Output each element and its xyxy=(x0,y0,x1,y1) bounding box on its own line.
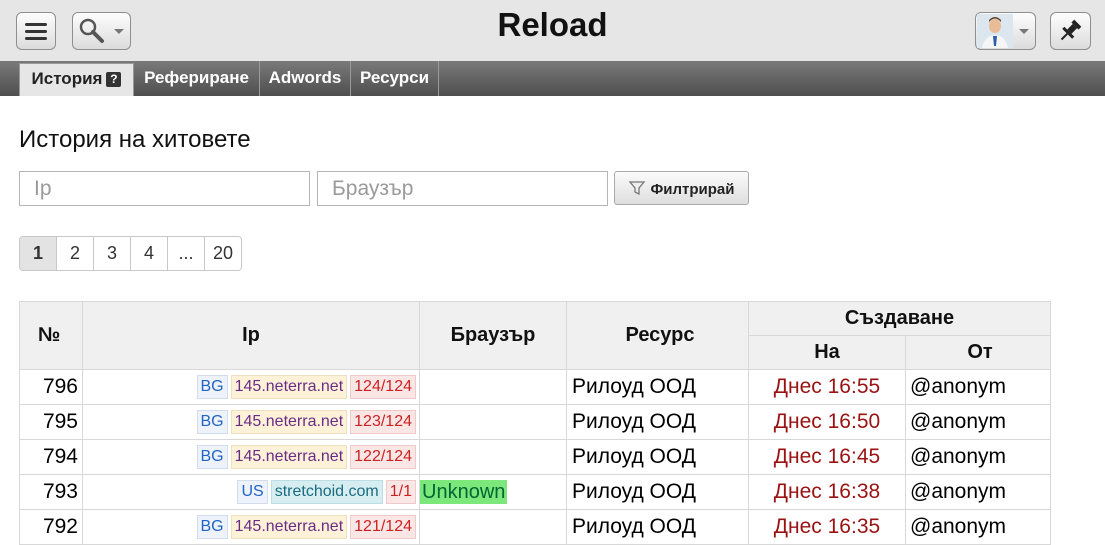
user-avatar-icon xyxy=(977,14,1029,48)
page-ellipsis: ... xyxy=(168,237,205,270)
page-link-4[interactable]: 4 xyxy=(131,237,168,270)
ip-cell: BG 145.neterra.net 124/124 xyxy=(82,369,420,405)
browser-cell xyxy=(419,404,567,440)
app-title: Reload xyxy=(497,6,608,43)
col-header-num[interactable]: № xyxy=(19,301,83,370)
pin-button[interactable] xyxy=(1050,12,1091,50)
browser-cell xyxy=(419,509,567,545)
ip-cell: BG 145.neterra.net 123/124 xyxy=(82,404,420,440)
country-badge: BG xyxy=(196,410,228,435)
resource-cell: Рилоуд ООД xyxy=(566,369,749,405)
col-header-on[interactable]: На xyxy=(748,335,906,370)
user-menu-button[interactable] xyxy=(975,12,1036,50)
created-by-cell: @anonym xyxy=(905,369,1051,405)
table-row: 793 US stretchoid.com 1/1 Unknown Рилоуд О… xyxy=(19,474,1051,510)
funnel-icon xyxy=(629,180,646,195)
browser-badge: Unknown xyxy=(420,480,508,504)
browser-cell: Unknown xyxy=(419,474,567,510)
page-link-1[interactable]: 1 xyxy=(20,237,57,270)
hit-count-badge: 122/124 xyxy=(350,445,416,470)
host-link[interactable]: 145.neterra.net xyxy=(230,445,348,470)
host-link[interactable]: 145.neterra.net xyxy=(230,375,348,400)
resource-cell: Рилоуд ООД xyxy=(566,509,749,545)
created-by-cell: @anonym xyxy=(905,474,1051,510)
ip-cell: US stretchoid.com 1/1 xyxy=(82,474,420,510)
country-badge: BG xyxy=(196,515,228,540)
row-number: 792 xyxy=(19,509,83,545)
table-row: 792 BG 145.neterra.net 121/124 Рилоуд ООД … xyxy=(19,509,1051,545)
pin-icon xyxy=(1060,19,1082,41)
hits-table: № Ip Браузър Ресурс Създаване На От 796 … xyxy=(19,301,1051,545)
hit-count-badge: 121/124 xyxy=(350,515,416,540)
tab-adwords[interactable]: Adwords xyxy=(260,61,351,96)
table-row: 795 BG 145.neterra.net 123/124 Рилоуд ООД … xyxy=(19,404,1051,440)
col-header-browser[interactable]: Браузър xyxy=(419,301,567,370)
created-date-cell: Днес 16:50 xyxy=(748,404,906,440)
browser-filter-input[interactable] xyxy=(317,171,608,206)
browser-cell xyxy=(419,369,567,405)
resource-cell: Рилоуд ООД xyxy=(566,404,749,440)
tab-label: Рефериране xyxy=(144,68,249,87)
hit-count-badge: 123/124 xyxy=(350,410,416,435)
host-link[interactable]: 145.neterra.net xyxy=(230,515,348,540)
tab-referring[interactable]: Рефериране xyxy=(134,61,260,96)
created-by-cell: @anonym xyxy=(905,509,1051,545)
col-header-by[interactable]: От xyxy=(905,335,1051,370)
tab-label: Ресурси xyxy=(359,68,430,87)
tab-label: История xyxy=(31,69,103,88)
tab-bar: История? Рефериране Adwords Ресурси xyxy=(0,61,1105,96)
filter-button-label: Филтрирай xyxy=(650,180,735,198)
hit-count-badge: 124/124 xyxy=(350,375,416,400)
created-date-cell: Днес 16:45 xyxy=(748,439,906,475)
pagination: 1 2 3 4 ... 20 xyxy=(19,236,242,271)
row-number: 796 xyxy=(19,369,83,405)
country-badge: US xyxy=(237,480,268,505)
col-header-ip[interactable]: Ip xyxy=(82,301,420,370)
row-number: 794 xyxy=(19,439,83,475)
top-bar: Reload xyxy=(0,0,1105,61)
row-number: 793 xyxy=(19,474,83,510)
created-by-cell: @anonym xyxy=(905,404,1051,440)
created-date-cell: Днес 16:55 xyxy=(748,369,906,405)
col-header-resource[interactable]: Ресурс xyxy=(566,301,749,370)
host-link[interactable]: stretchoid.com xyxy=(270,480,383,505)
host-link[interactable]: 145.neterra.net xyxy=(230,410,348,435)
created-by-cell: @anonym xyxy=(905,439,1051,475)
table-row: 796 BG 145.neterra.net 124/124 Рилоуд ООД … xyxy=(19,369,1051,405)
table-row: 794 BG 145.neterra.net 122/124 Рилоуд ООД … xyxy=(19,439,1051,475)
filter-button[interactable]: Филтрирай xyxy=(614,171,749,205)
tab-resources[interactable]: Ресурси xyxy=(351,61,439,96)
ip-cell: BG 145.neterra.net 122/124 xyxy=(82,439,420,475)
country-badge: BG xyxy=(196,445,228,470)
resource-cell: Рилоуд ООД xyxy=(566,439,749,475)
resource-cell: Рилоуд ООД xyxy=(566,474,749,510)
country-badge: BG xyxy=(196,375,228,400)
created-date-cell: Днес 16:38 xyxy=(748,474,906,510)
col-header-created: Създаване xyxy=(748,301,1051,336)
ip-cell: BG 145.neterra.net 121/124 xyxy=(82,509,420,545)
browser-cell xyxy=(419,439,567,475)
page-link-3[interactable]: 3 xyxy=(94,237,131,270)
hit-count-badge: 1/1 xyxy=(385,480,416,505)
created-date-cell: Днес 16:35 xyxy=(748,509,906,545)
page-link-20[interactable]: 20 xyxy=(205,237,241,270)
page-title: История на хитовете xyxy=(19,126,251,153)
row-number: 795 xyxy=(19,404,83,440)
tab-history[interactable]: История? xyxy=(19,63,134,96)
page-link-2[interactable]: 2 xyxy=(57,237,94,270)
ip-filter-input[interactable] xyxy=(19,171,310,206)
help-icon[interactable]: ? xyxy=(106,72,122,87)
tab-label: Adwords xyxy=(268,68,342,87)
